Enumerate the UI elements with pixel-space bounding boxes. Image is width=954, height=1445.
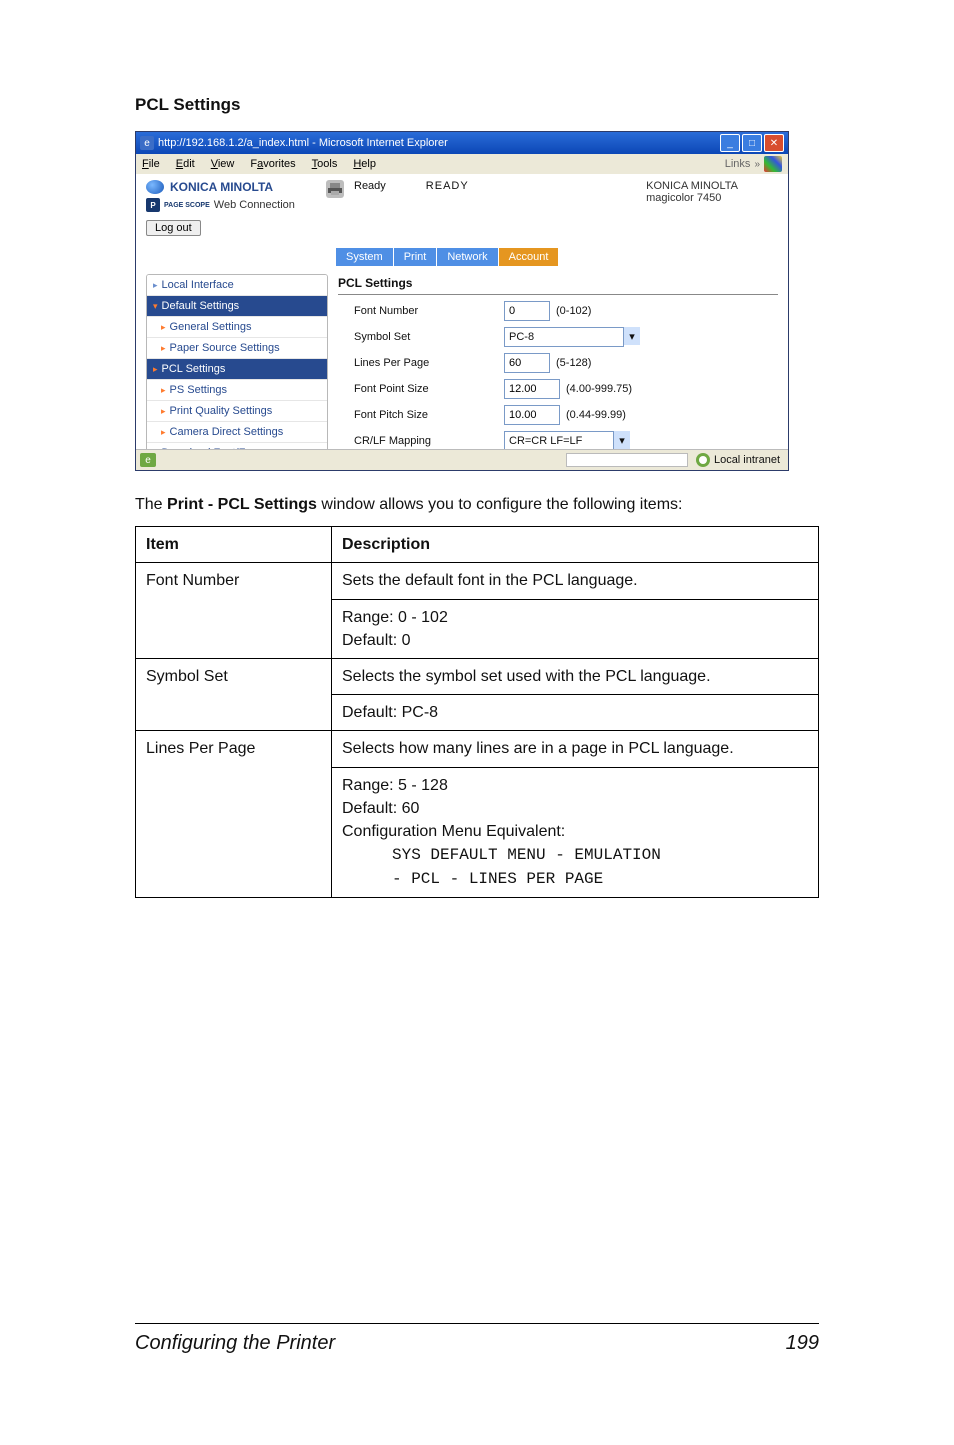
desc-symbol-set-sub: Default: PC-8 xyxy=(332,695,819,731)
window-titlebar: e http://192.168.1.2/a_index.html - Micr… xyxy=(136,132,788,154)
window-maximize-button[interactable]: □ xyxy=(742,134,762,152)
pagescope-prefix: PAGE SCOPE xyxy=(164,202,210,209)
menu-help[interactable]: Help xyxy=(353,158,376,170)
sidebar-label: General Settings xyxy=(170,321,252,333)
ie-icon: e xyxy=(140,136,154,150)
menu-tools[interactable]: Tools xyxy=(312,158,338,170)
window-title: http://192.168.1.2/a_index.html - Micros… xyxy=(158,137,448,149)
sidebar-label: Local Interface xyxy=(162,279,234,291)
label-lines-per-page: Lines Per Page xyxy=(338,357,504,369)
browser-window: e http://192.168.1.2/a_index.html - Micr… xyxy=(135,131,789,471)
tab-network[interactable]: Network xyxy=(437,248,498,266)
menu-bar: File Edit View Favorites Tools Help Link… xyxy=(136,154,788,174)
intro-text: The Print - PCL Settings window allows y… xyxy=(135,493,819,516)
km-logo-text: KONICA MINOLTA xyxy=(170,180,273,194)
sidebar-item-ps-settings[interactable]: ▸PS Settings xyxy=(147,380,327,401)
label-font-point-size: Font Point Size xyxy=(338,383,504,395)
th-description: Description xyxy=(332,527,819,563)
status-progress xyxy=(566,453,688,467)
sidebar-label: PS Settings xyxy=(170,384,227,396)
range-lines-per-page: (5-128) xyxy=(556,357,591,369)
select-symbol-set[interactable]: PC-8 xyxy=(504,327,624,347)
sidebar-item-camera-direct-settings[interactable]: ▸Camera Direct Settings xyxy=(147,422,327,443)
menu-edit[interactable]: Edit xyxy=(176,158,195,170)
desc-lines-per-page-main: Selects how many lines are in a page in … xyxy=(332,731,819,767)
range-font-pitch-size: (0.44-99.99) xyxy=(566,409,626,421)
desc-lines-per-page-sub: Range: 5 - 128 Default: 60 Configuration… xyxy=(332,767,819,898)
item-font-number: Font Number xyxy=(136,563,332,659)
mono-path-2: - PCL - LINES PER PAGE xyxy=(342,868,603,891)
chevron-down-icon[interactable]: ▾ xyxy=(613,431,630,449)
range-font-number: (0-102) xyxy=(556,305,591,317)
sidebar-label: Camera Direct Settings xyxy=(170,426,284,438)
label-crlf-mapping: CR/LF Mapping xyxy=(338,435,504,447)
item-symbol-set: Symbol Set xyxy=(136,658,332,730)
label-font-number: Font Number xyxy=(338,305,504,317)
sidebar-label: Print Quality Settings xyxy=(170,405,273,417)
desc-symbol-set-main: Selects the symbol set used with the PCL… xyxy=(332,658,819,694)
printer-status-icon xyxy=(326,180,344,198)
input-font-point-size[interactable] xyxy=(504,379,560,399)
status-bar: e Local intranet xyxy=(136,449,788,470)
tab-account[interactable]: Account xyxy=(499,248,560,266)
sidebar: ▸Local Interface ▾Default Settings ▸Gene… xyxy=(146,274,328,449)
sidebar-item-paper-source-settings[interactable]: ▸Paper Source Settings xyxy=(147,338,327,359)
sidebar-item-default-settings[interactable]: ▾Default Settings xyxy=(147,296,327,317)
konica-minolta-logo: KONICA MINOLTA xyxy=(146,180,326,194)
links-label: Links xyxy=(725,158,751,170)
sidebar-label: Default Settings xyxy=(162,300,240,312)
section-heading: PCL Settings xyxy=(135,95,819,115)
ie-done-icon: e xyxy=(140,453,156,467)
label-font-pitch-size: Font Pitch Size xyxy=(338,409,504,421)
form-heading: PCL Settings xyxy=(338,274,778,295)
sidebar-label: PCL Settings xyxy=(162,363,226,375)
nav-tabs: System Print Network Account xyxy=(336,248,788,266)
logout-button[interactable]: Log out xyxy=(146,220,201,236)
brand-line-1: KONICA MINOLTA xyxy=(646,180,738,192)
tab-print[interactable]: Print xyxy=(394,248,438,266)
input-lines-per-page[interactable] xyxy=(504,353,550,373)
ready-label: Ready xyxy=(354,180,386,192)
menu-view[interactable]: View xyxy=(211,158,235,170)
pagescope-text: Web Connection xyxy=(214,199,295,211)
sidebar-item-local-interface[interactable]: ▸Local Interface xyxy=(147,275,327,296)
pagescope-icon: P xyxy=(146,198,160,212)
km-globe-icon xyxy=(146,180,164,194)
footer-page-number: 199 xyxy=(786,1332,819,1355)
window-close-button[interactable]: ✕ xyxy=(764,134,784,152)
select-crlf-mapping[interactable]: CR=CR LF=LF xyxy=(504,431,614,449)
menu-file[interactable]: File xyxy=(142,158,160,170)
footer-title: Configuring the Printer xyxy=(135,1332,335,1355)
settings-table: Item Description Font Number Sets the de… xyxy=(135,526,819,898)
desc-font-number-main: Sets the default font in the PCL languag… xyxy=(332,563,819,599)
links-chevron-icon[interactable]: » xyxy=(754,159,760,170)
range-font-point-size: (4.00-999.75) xyxy=(566,383,632,395)
desc-font-number-sub: Range: 0 - 102 Default: 0 xyxy=(332,599,819,658)
ready-state: READY xyxy=(426,180,469,192)
input-font-number[interactable] xyxy=(504,301,550,321)
th-item: Item xyxy=(136,527,332,563)
zone-label: Local intranet xyxy=(714,454,780,466)
mono-path-1: SYS DEFAULT MENU - EMULATION xyxy=(342,844,661,867)
pagescope-label: P PAGE SCOPE Web Connection xyxy=(146,198,326,212)
label-symbol-set: Symbol Set xyxy=(338,331,504,343)
input-font-pitch-size[interactable] xyxy=(504,405,560,425)
item-lines-per-page: Lines Per Page xyxy=(136,731,332,898)
sidebar-item-general-settings[interactable]: ▸General Settings xyxy=(147,317,327,338)
window-minimize-button[interactable]: _ xyxy=(720,134,740,152)
menu-favorites[interactable]: Favorites xyxy=(250,158,295,170)
brand-line-2: magicolor 7450 xyxy=(646,192,738,204)
sidebar-label: Paper Source Settings xyxy=(170,342,280,354)
zone-icon xyxy=(696,453,710,467)
ie-throbber-icon xyxy=(764,156,782,172)
sidebar-item-pcl-settings[interactable]: ▸PCL Settings xyxy=(147,359,327,380)
tab-system[interactable]: System xyxy=(336,248,394,266)
sidebar-item-print-quality-settings[interactable]: ▸Print Quality Settings xyxy=(147,401,327,422)
chevron-down-icon[interactable]: ▾ xyxy=(623,327,640,345)
